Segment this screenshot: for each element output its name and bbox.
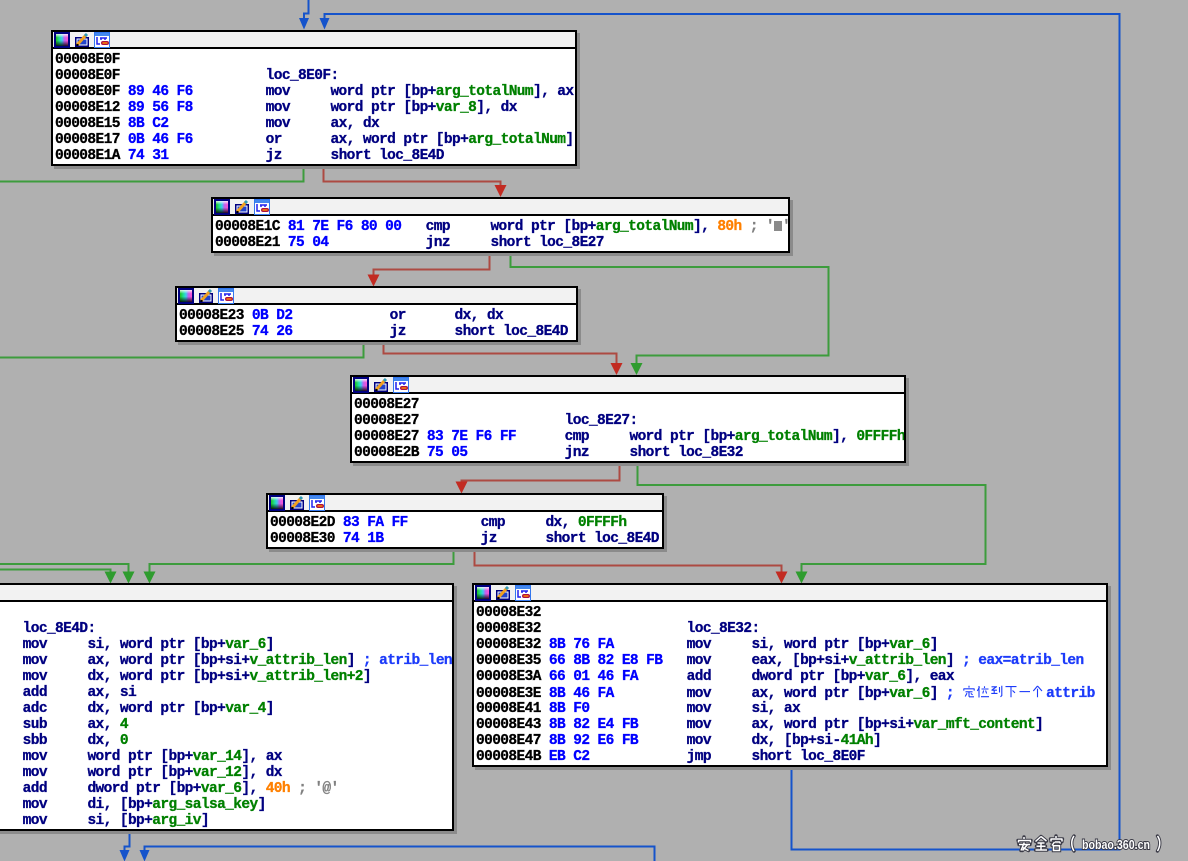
svg-text:bobao.360.cn: bobao.360.cn bbox=[1082, 838, 1150, 852]
